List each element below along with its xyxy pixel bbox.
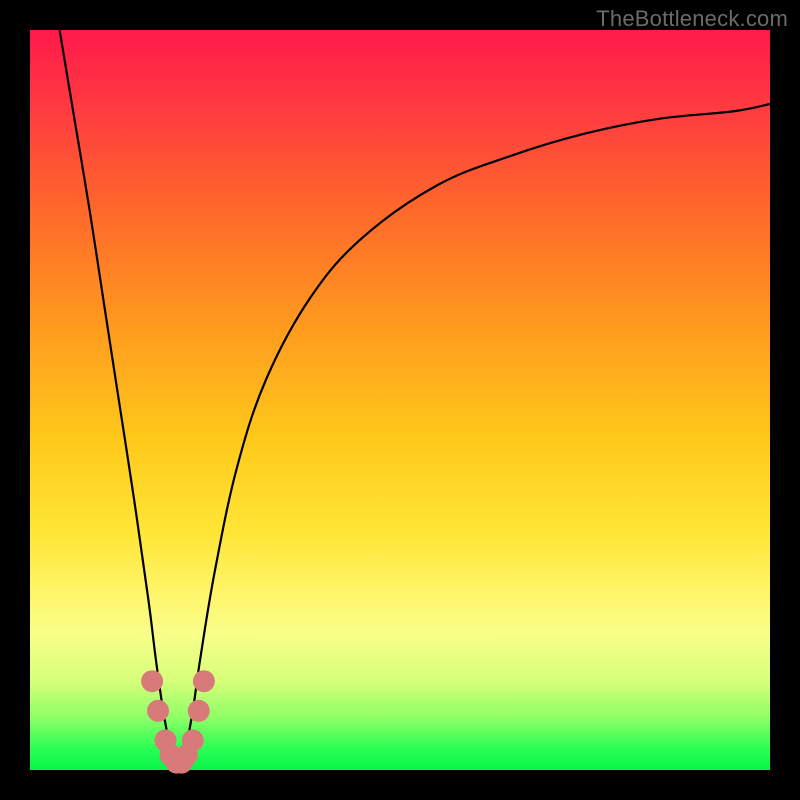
bottleneck-curve	[60, 30, 770, 763]
valley-marker	[193, 670, 215, 692]
bottleneck-curve-svg	[30, 30, 770, 770]
valley-marker	[182, 729, 204, 751]
valley-markers	[141, 670, 215, 773]
valley-marker	[141, 670, 163, 692]
gradient-plot-area	[30, 30, 770, 770]
valley-marker	[188, 700, 210, 722]
valley-marker	[147, 700, 169, 722]
watermark-text: TheBottleneck.com	[596, 6, 788, 32]
